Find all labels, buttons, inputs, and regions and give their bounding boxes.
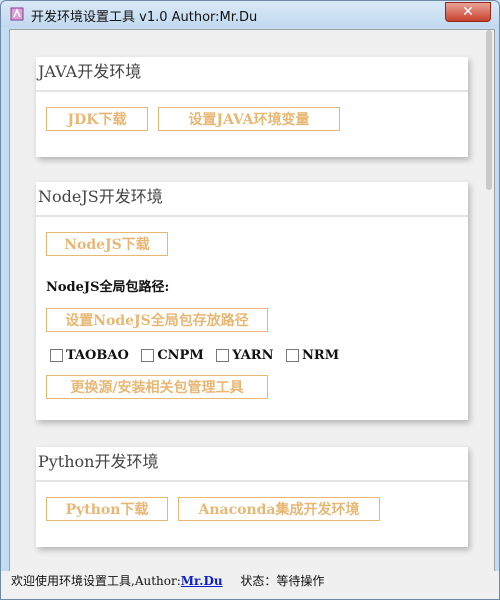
nrm-checkbox[interactable]: NRM xyxy=(286,348,339,363)
author-link[interactable]: Mr.Du xyxy=(181,574,223,588)
checkbox-box[interactable] xyxy=(286,349,300,362)
nodejs-download-button[interactable]: NodeJS下载 xyxy=(46,232,168,256)
window-title: 开发环境设置工具 v1.0 Author:Mr.Du xyxy=(31,10,258,25)
java-panel: JAVA开发环境 JDK下载 设置JAVA环境变量 xyxy=(36,57,468,157)
close-icon: ✕ xyxy=(462,4,474,20)
yarn-checkbox[interactable]: YARN xyxy=(216,348,273,363)
set-java-env-button[interactable]: 设置JAVA环境变量 xyxy=(158,107,340,131)
main-content: JAVA开发环境 JDK下载 设置JAVA环境变量 NodeJS开发环境 Nod… xyxy=(9,29,495,573)
java-panel-title: JAVA开发环境 xyxy=(36,57,468,92)
python-panel: Python开发环境 Python下载 Anaconda集成开发环境 xyxy=(36,447,468,547)
checkbox-label: TAOBAO xyxy=(66,348,129,363)
nodejs-global-path-label: NodeJS全局包路径: xyxy=(46,280,170,295)
checkbox-label: NRM xyxy=(302,348,340,363)
checkbox-box[interactable] xyxy=(50,349,63,362)
status-welcome: 欢迎使用环境设置工具,Author: xyxy=(11,574,181,588)
switch-registry-button[interactable]: 更换源/安装相关包管理工具 xyxy=(46,375,268,399)
title-bar[interactable]: 开发环境设置工具 v1.0 Author:Mr.Du ✕ xyxy=(1,1,499,27)
python-panel-title: Python开发环境 xyxy=(36,447,468,482)
set-nodejs-path-button[interactable]: 设置NodeJS全局包存放路径 xyxy=(46,308,268,332)
app-icon xyxy=(10,7,24,21)
checkbox-label: CNPM xyxy=(157,348,204,363)
taobao-checkbox[interactable]: TAOBAO xyxy=(50,348,129,363)
status-bar: 欢迎使用环境设置工具,Author:Mr.Du 状态：等待操作 xyxy=(1,571,499,599)
registry-options: TAOBAO CNPM YARN NRM xyxy=(50,348,347,366)
scrollbar[interactable] xyxy=(484,30,494,572)
anaconda-button[interactable]: Anaconda集成开发环境 xyxy=(178,497,380,521)
nodejs-panel-title: NodeJS开发环境 xyxy=(36,182,468,217)
app-window: 开发环境设置工具 v1.0 Author:Mr.Du ✕ JAVA开发环境 JD… xyxy=(0,0,500,600)
checkbox-label: YARN xyxy=(232,348,274,363)
checkbox-box[interactable] xyxy=(216,349,230,362)
jdk-download-button[interactable]: JDK下载 xyxy=(46,107,148,131)
close-button[interactable]: ✕ xyxy=(445,2,491,22)
python-download-button[interactable]: Python下载 xyxy=(46,497,168,521)
cnpm-checkbox[interactable]: CNPM xyxy=(141,348,204,363)
scrollbar-thumb[interactable] xyxy=(486,30,492,190)
status-state: 状态：等待操作 xyxy=(240,574,325,588)
nodejs-panel: NodeJS开发环境 NodeJS下载 NodeJS全局包路径: 设置NodeJ… xyxy=(36,182,468,420)
checkbox-box[interactable] xyxy=(141,349,155,362)
